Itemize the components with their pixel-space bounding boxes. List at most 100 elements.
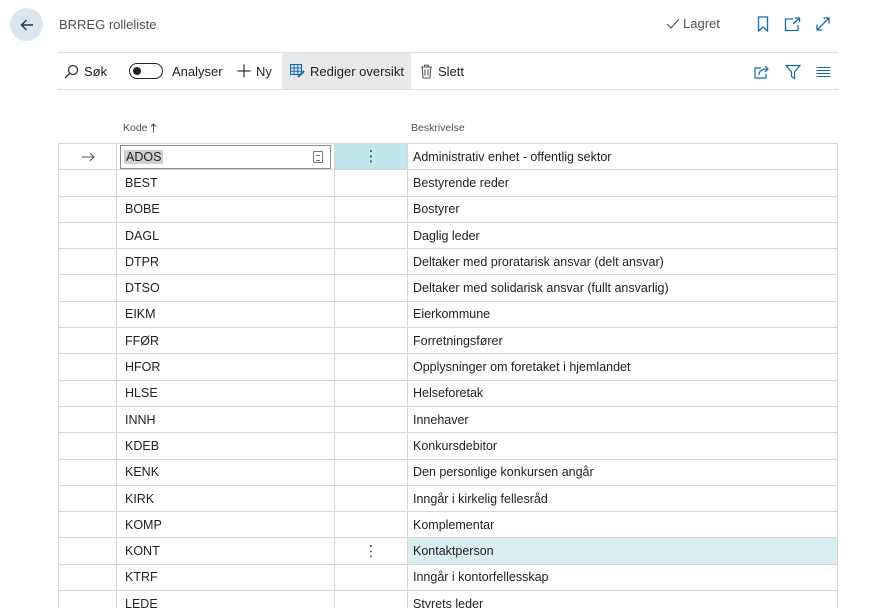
description-cell[interactable]: Helseforetak bbox=[407, 380, 838, 406]
description-cell[interactable]: Deltaker med solidarisk ansvar (fullt an… bbox=[407, 275, 838, 301]
row-menu-cell[interactable] bbox=[334, 249, 407, 275]
description-cell[interactable]: Innehaver bbox=[407, 406, 838, 433]
expand-button[interactable] bbox=[814, 15, 832, 33]
column-header-code[interactable]: Kode bbox=[123, 122, 157, 134]
table-row[interactable]: INNH Innehaver bbox=[58, 406, 838, 434]
row-indicator bbox=[58, 301, 116, 328]
description-cell[interactable]: Opplysninger om foretaket i hjemlandet bbox=[407, 354, 838, 380]
delete-button[interactable]: Slett bbox=[420, 53, 464, 89]
table-row[interactable]: KIRK Inngår i kirkelig fellesråd bbox=[58, 485, 838, 513]
search-label: Søk bbox=[84, 63, 108, 79]
description-cell[interactable]: Administrativ enhet - offentlig sektor bbox=[407, 144, 838, 170]
description-cell[interactable]: Inngår i kontorfellesskap bbox=[407, 564, 838, 591]
code-cell[interactable]: DTSO bbox=[116, 275, 334, 301]
edit-list-button[interactable]: Rediger oversikt bbox=[282, 53, 411, 89]
code-cell[interactable]: BOBE bbox=[116, 196, 334, 222]
table-row[interactable]: HFOR Opplysninger om foretaket i hjemlan… bbox=[58, 354, 838, 381]
description-cell[interactable]: Konkursdebitor bbox=[407, 433, 838, 459]
row-menu-cell[interactable] bbox=[334, 301, 407, 328]
code-cell[interactable]: KONT bbox=[116, 538, 334, 564]
code-cell[interactable]: INNH bbox=[116, 406, 334, 433]
row-menu-cell[interactable] bbox=[334, 354, 407, 380]
description-cell[interactable]: Forretningsfører bbox=[407, 328, 838, 354]
row-indicator bbox=[58, 275, 116, 301]
description-cell[interactable]: Kontaktperson bbox=[407, 538, 838, 564]
row-menu-cell[interactable] bbox=[334, 433, 407, 459]
description-cell[interactable]: Inngår i kirkelig fellesråd bbox=[407, 485, 838, 512]
table-row[interactable]: KDEB Konkursdebitor bbox=[58, 433, 838, 460]
plus-icon bbox=[237, 64, 251, 78]
code-input[interactable]: ADOS bbox=[120, 145, 331, 169]
column-header-description[interactable]: Beskrivelse bbox=[411, 122, 465, 134]
row-menu-button[interactable]: ⋮ bbox=[334, 538, 407, 564]
row-menu-cell[interactable] bbox=[334, 564, 407, 591]
bookmark-button[interactable] bbox=[754, 15, 772, 33]
description-cell[interactable]: Bestyrende reder bbox=[407, 170, 838, 196]
code-cell[interactable]: BEST bbox=[116, 170, 334, 196]
column-header-description-label: Beskrivelse bbox=[411, 122, 465, 134]
row-menu-cell[interactable] bbox=[334, 196, 407, 222]
row-indicator bbox=[58, 433, 116, 459]
list-options-button[interactable] bbox=[814, 63, 832, 81]
row-menu-cell[interactable] bbox=[334, 459, 407, 485]
saved-label: Lagret bbox=[683, 16, 720, 31]
description-cell[interactable]: Eierkommune bbox=[407, 301, 838, 328]
code-cell[interactable]: HLSE bbox=[116, 380, 334, 406]
table-row[interactable]: FFØR Forretningsfører bbox=[58, 328, 838, 355]
new-button[interactable]: Ny bbox=[237, 53, 272, 89]
table-row[interactable]: DTPR Deltaker med proratarisk ansvar (de… bbox=[58, 249, 838, 276]
description-cell[interactable]: Daglig leder bbox=[407, 222, 838, 249]
description-cell[interactable]: Komplementar bbox=[407, 512, 838, 538]
row-menu-cell[interactable] bbox=[334, 170, 407, 196]
table-row[interactable]: LEDE Styrets leder bbox=[58, 591, 838, 608]
table-row[interactable]: KTRF Inngår i kontorfellesskap bbox=[58, 564, 838, 592]
row-menu-cell[interactable] bbox=[334, 485, 407, 512]
table-row[interactable]: KONT ⋮ Kontaktperson bbox=[58, 538, 838, 565]
open-new-window-button[interactable] bbox=[783, 15, 801, 33]
code-cell[interactable]: LEDE bbox=[116, 591, 334, 608]
filter-button[interactable] bbox=[784, 63, 802, 81]
table-row[interactable]: KOMP Komplementar bbox=[58, 512, 838, 539]
check-icon bbox=[666, 18, 680, 29]
code-cell[interactable]: DAGL bbox=[116, 222, 334, 249]
row-menu-cell[interactable] bbox=[334, 222, 407, 249]
description-cell[interactable]: Deltaker med proratarisk ansvar (delt an… bbox=[407, 249, 838, 275]
row-menu-cell[interactable] bbox=[334, 591, 407, 608]
search-button[interactable]: Søk bbox=[64, 53, 107, 89]
toggle-switch[interactable] bbox=[129, 63, 163, 79]
row-menu-cell[interactable] bbox=[334, 380, 407, 406]
code-cell[interactable]: KIRK bbox=[116, 485, 334, 512]
code-cell[interactable]: KOMP bbox=[116, 512, 334, 538]
sort-ascending-icon bbox=[150, 123, 156, 133]
code-cell[interactable]: HFOR bbox=[116, 354, 334, 380]
lookup-icon[interactable] bbox=[313, 151, 323, 163]
code-cell[interactable]: KTRF bbox=[116, 564, 334, 591]
code-cell[interactable]: DTPR bbox=[116, 249, 334, 275]
table-row[interactable]: KENK Den personlige konkursen angår bbox=[58, 459, 838, 486]
row-indicator bbox=[58, 222, 116, 249]
table-row[interactable]: ADOS ⋮ Administrativ enhet - offentlig s… bbox=[58, 144, 838, 171]
code-cell[interactable]: EIKM bbox=[116, 301, 334, 328]
row-menu-cell[interactable] bbox=[334, 328, 407, 354]
row-menu-cell[interactable] bbox=[334, 406, 407, 433]
description-cell[interactable]: Styrets leder bbox=[407, 591, 838, 608]
code-cell[interactable]: FFØR bbox=[116, 328, 334, 354]
row-indicator bbox=[58, 538, 116, 564]
row-menu-button[interactable]: ⋮ bbox=[334, 144, 407, 170]
back-button[interactable] bbox=[10, 8, 43, 41]
row-menu-cell[interactable] bbox=[334, 275, 407, 301]
description-cell[interactable]: Bostyrer bbox=[407, 196, 838, 222]
description-cell[interactable]: Den personlige konkursen angår bbox=[407, 459, 838, 485]
table-row[interactable]: DTSO Deltaker med solidarisk ansvar (ful… bbox=[58, 275, 838, 302]
share-button[interactable] bbox=[753, 63, 771, 81]
table-row[interactable]: DAGL Daglig leder bbox=[58, 222, 838, 250]
table-row[interactable]: EIKM Eierkommune bbox=[58, 301, 838, 329]
row-menu-cell[interactable] bbox=[334, 512, 407, 538]
analyze-toggle[interactable]: Analyser bbox=[129, 53, 223, 89]
code-cell[interactable]: KENK bbox=[116, 459, 334, 485]
table-row[interactable]: HLSE Helseforetak bbox=[58, 380, 838, 407]
code-cell[interactable]: KDEB bbox=[116, 433, 334, 459]
table-row[interactable]: BOBE Bostyrer bbox=[58, 196, 838, 223]
row-indicator bbox=[58, 564, 116, 591]
table-row[interactable]: BEST Bestyrende reder bbox=[58, 170, 838, 197]
